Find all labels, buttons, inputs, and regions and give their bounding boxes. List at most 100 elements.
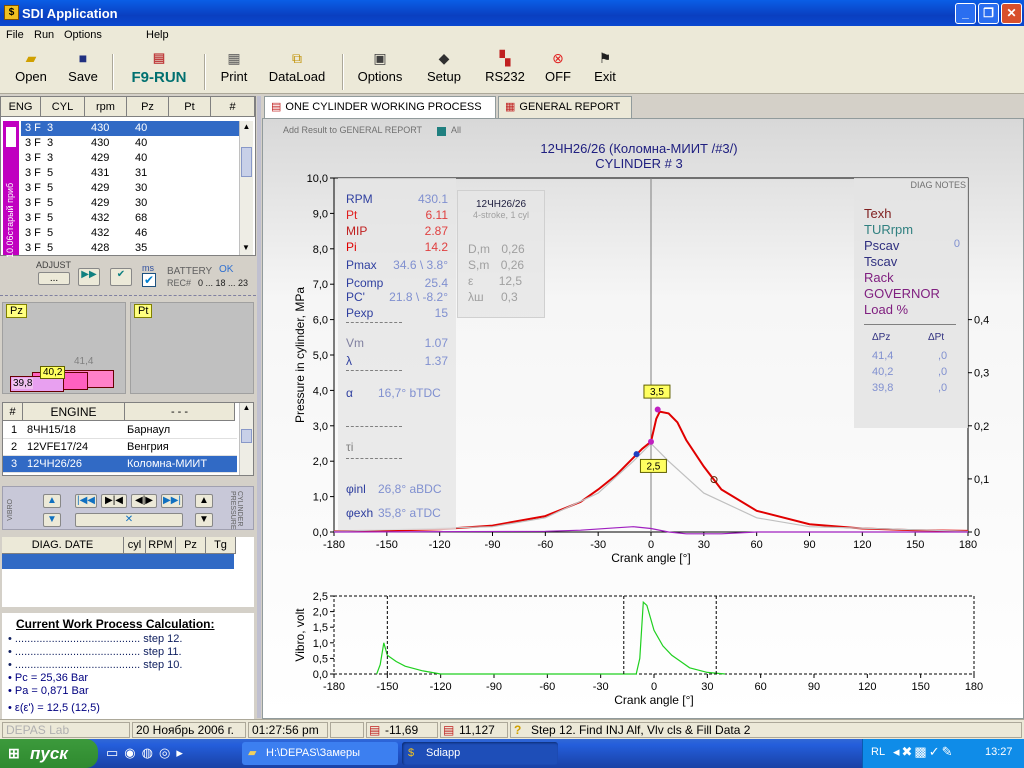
- last-button[interactable]: ▶▶|: [161, 494, 183, 508]
- col-diag-date[interactable]: DIAG. DATE: [2, 537, 124, 554]
- calc-step-11: ........................................…: [14, 646, 182, 658]
- y-tick-label: 3,0: [313, 421, 328, 433]
- pressure-down-button[interactable]: ▼: [195, 513, 213, 527]
- record-cell: 3: [47, 122, 54, 134]
- col-engine-location[interactable]: - - -: [125, 403, 235, 421]
- col-rpm[interactable]: rpm: [85, 97, 127, 117]
- alpha-value: 16,7° bTDC: [378, 386, 441, 400]
- col-diag-pz[interactable]: Pz: [176, 537, 206, 554]
- pmax-marker[interactable]: [654, 406, 661, 413]
- vibro-up-button[interactable]: ▲: [43, 494, 61, 508]
- tdc-marker[interactable]: [648, 438, 654, 445]
- fast-forward-button[interactable]: ▶▶: [78, 268, 100, 286]
- diag-grid: DIAG. DATE cyl RPM Pz Tg: [2, 537, 254, 607]
- engine-row[interactable]: 2 12VFE17/24 Венгрия: [3, 439, 237, 456]
- record-row[interactable]: 3 F 5 429 30: [21, 196, 239, 211]
- maximize-button[interactable]: ❐: [978, 3, 999, 24]
- x-tick-label: 180: [965, 681, 983, 693]
- engine-row[interactable]: 3 12ЧН26/26 Коломна-МИИТ: [3, 456, 237, 473]
- x-tick-label: 0: [651, 681, 657, 693]
- record-row[interactable]: 3 F 3 429 40: [21, 151, 239, 166]
- task-sdiapp[interactable]: $ Sdiapp: [402, 742, 558, 765]
- pressure-up-button[interactable]: ▲: [195, 494, 213, 508]
- record-row[interactable]: 3 F 5 428 35: [21, 241, 239, 256]
- col-diag-cyl[interactable]: cyl: [124, 537, 146, 554]
- adjust-panel: ADJUST ... ▶▶ ✔ ms ✔ BATTERY OK REC# 0 .…: [0, 257, 256, 297]
- splitter[interactable]: [0, 295, 256, 299]
- col-pz[interactable]: Pz: [127, 97, 169, 117]
- x-tick-label: 90: [803, 539, 815, 551]
- col-diag-rpm[interactable]: RPM: [146, 537, 176, 554]
- options-button[interactable]: ▣ Options: [352, 50, 408, 84]
- col-cyl[interactable]: CYL: [41, 97, 85, 117]
- col-diag-tg[interactable]: Tg: [206, 537, 236, 554]
- language-indicator[interactable]: RL: [871, 746, 885, 758]
- record-row[interactable]: 3 F 5 431 31: [21, 166, 239, 181]
- y-tick-label: 2,0: [313, 456, 328, 468]
- menu-options[interactable]: Options: [64, 29, 102, 41]
- menu-help[interactable]: Help: [146, 29, 169, 41]
- dataload-button[interactable]: ⧉ DataLoad: [264, 50, 330, 84]
- floppy-icon: ■: [78, 50, 88, 66]
- menu-run[interactable]: Run: [34, 29, 54, 41]
- record-cell: 428: [91, 242, 110, 254]
- col-engine[interactable]: ENGINE: [23, 403, 125, 421]
- adjust-button[interactable]: ...: [38, 272, 70, 285]
- check-button[interactable]: ✔: [110, 268, 132, 286]
- open-button[interactable]: ▰ Open: [12, 50, 50, 84]
- record-row[interactable]: 3 F 3 430 40: [21, 121, 239, 136]
- x-tick-label: -180: [323, 681, 345, 693]
- vertical-splitter[interactable]: [257, 96, 261, 718]
- menu-file[interactable]: File: [6, 29, 24, 41]
- y-tick-label: 2,5: [313, 591, 328, 603]
- navigation-controls: VIBRO ▲ ▼ |◀◀ ▶|◀ ◀|▶ ▶▶| ✕ ▲ ▼ CYLINDER…: [2, 486, 254, 530]
- x-axis-label: Crank angle [°]: [614, 693, 694, 707]
- delete-button[interactable]: ✕: [75, 513, 183, 527]
- x-tick-label: -150: [376, 539, 398, 551]
- record-row[interactable]: 3 F 5 432 68: [21, 211, 239, 226]
- rs232-button[interactable]: ▚ RS232: [482, 50, 528, 84]
- col-pt[interactable]: Pt: [169, 97, 211, 117]
- first-button[interactable]: |◀◀: [75, 494, 97, 508]
- diag-selected-row[interactable]: [2, 554, 234, 569]
- close-button[interactable]: ✕: [1001, 3, 1022, 24]
- print-button[interactable]: ▦ Print: [214, 50, 254, 84]
- vibro-label: VIBRO: [7, 499, 14, 521]
- setup-button[interactable]: ◆ Setup: [422, 50, 466, 84]
- record-cell: 3 F: [25, 137, 41, 149]
- task-explorer[interactable]: ▰ H:\DEPAS\Замеры: [242, 742, 398, 765]
- pc-value: 21.8 \ -8.2°: [389, 290, 448, 304]
- record-cell: 40: [135, 122, 148, 134]
- cylinder-pressure-label: CYLINDER PRESSURE: [229, 491, 243, 530]
- engines-scrollbar[interactable]: ▲: [239, 403, 253, 475]
- record-row[interactable]: 3 F 5 429 30: [21, 181, 239, 196]
- next-button[interactable]: ◀|▶: [131, 494, 157, 508]
- start-button[interactable]: ⊞ пуск: [0, 739, 98, 768]
- col-eng[interactable]: ENG: [1, 97, 41, 117]
- vibro-down-button[interactable]: ▼: [43, 513, 61, 527]
- tab-one-cylinder[interactable]: ▤ ONE CYLINDER WORKING PROCESS: [264, 96, 496, 119]
- save-button[interactable]: ■ Save: [64, 50, 102, 84]
- ms-checkbox[interactable]: ✔: [142, 273, 156, 287]
- record-row[interactable]: 3 F 3 430 40: [21, 136, 239, 151]
- records-scrollbar[interactable]: ▲ ▼: [239, 121, 253, 255]
- engine-row[interactable]: 1 8ЧН15/18 Барнаул: [3, 422, 237, 439]
- calc-lines: • ......................................…: [8, 633, 183, 714]
- notes-divider: [864, 324, 956, 325]
- minimize-button[interactable]: _: [955, 3, 976, 24]
- record-row[interactable]: 3 F 5 432 46: [21, 226, 239, 241]
- pc-marker[interactable]: [633, 451, 640, 458]
- calc-title: Current Work Process Calculation:: [16, 617, 215, 631]
- status-date: 20 Ноябрь 2006 г.: [132, 722, 246, 738]
- exit-button[interactable]: ⚑ Exit: [590, 50, 620, 84]
- quick-launch[interactable]: ▭◉◍◎▸: [106, 745, 216, 761]
- col-engine-num[interactable]: #: [3, 403, 23, 421]
- off-button[interactable]: ⊗ OFF: [542, 50, 574, 84]
- run-button[interactable]: ▤ F9-RUN: [126, 50, 192, 86]
- tab-general-report[interactable]: ▦ GENERAL REPORT: [498, 96, 632, 118]
- dpt-value: ,0: [938, 366, 948, 378]
- tray-icons[interactable]: ◂✖▩✓✎: [893, 744, 955, 760]
- col-num[interactable]: #: [211, 97, 255, 117]
- lam-value: 1.37: [424, 354, 448, 368]
- prev-button[interactable]: ▶|◀: [101, 494, 127, 508]
